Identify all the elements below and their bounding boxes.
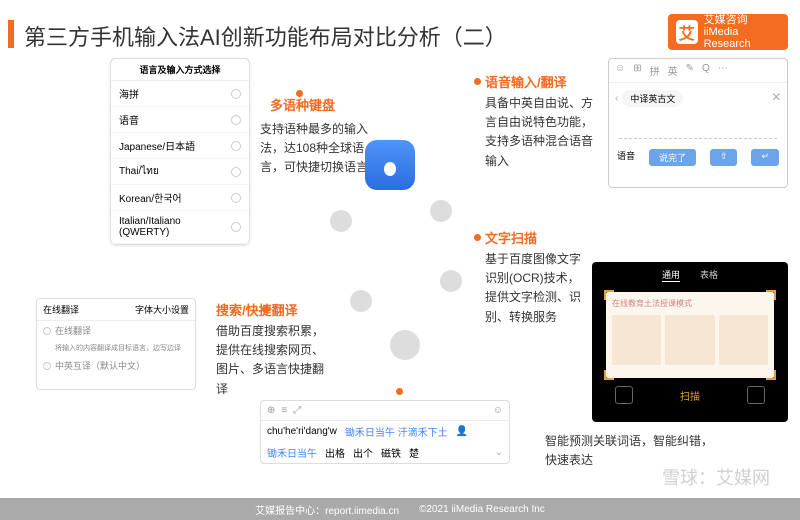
candidate[interactable]: 出格	[325, 445, 345, 460]
feature-ocr-desc: 基于百度图像文字识别(OCR)技术，提供文字检测、识别、转换服务	[485, 250, 585, 327]
voice-input-panel: ☺ ⊞ 拼 英 ✎ Q ⋯ ‹ 中译英古文 × 语音 说完了 ⇧ ↵	[608, 58, 788, 188]
plus-icon[interactable]: ⊕	[267, 405, 275, 416]
radio-icon[interactable]	[231, 141, 241, 151]
voice-toolbar: ☺ ⊞ 拼 英 ✎ Q ⋯	[609, 59, 787, 83]
list-item[interactable]: Thai/ไทย	[111, 159, 249, 185]
voice-bottom-bar: 语音 说完了 ⇧ ↵	[609, 145, 787, 170]
connector-dot	[396, 388, 403, 395]
page-title: 第三方手机输入法AI创新功能布局对比分析（二）	[24, 20, 507, 52]
list-item-hint: 将输入的内容翻译成目标语言，边写边译	[37, 340, 195, 356]
radio-icon[interactable]	[231, 89, 241, 99]
radio-icon[interactable]	[231, 222, 241, 232]
ocr-card-title: 在线教育土法授课模式	[612, 298, 768, 309]
radio-icon[interactable]	[231, 167, 241, 177]
candidate[interactable]: 磁铁	[381, 445, 401, 460]
tab-table[interactable]: 表格	[700, 268, 718, 282]
language-panel-title: 语言及输入方式选择	[111, 59, 249, 81]
voice-label: 语音	[617, 149, 635, 166]
radio-icon[interactable]	[43, 362, 51, 370]
predict-panel: ⊕ ≡ ⤢ ☺ chu'he'ri'dang'w 锄禾日当午 汗滴禾下土 👤 锄…	[260, 400, 510, 464]
feature-multilang-desc: 支持语种最多的输入法，达108种全球语言，可快捷切换语言	[260, 120, 370, 178]
close-icon[interactable]: ×	[772, 89, 781, 107]
feature-voice-label: 语音输入/翻译	[485, 72, 567, 91]
tab-general[interactable]: 通用	[662, 268, 680, 282]
connector-dot	[474, 234, 481, 241]
baidu-logo	[365, 140, 425, 200]
menu-icon[interactable]: ≡	[281, 405, 287, 416]
ocr-capture-frame: 在线教育土法授课模式	[606, 292, 774, 378]
footer: 艾媒报告中心：report.iimedia.cn ©2021 iiMedia R…	[0, 498, 800, 520]
pinyin-row: chu'he'ri'dang'w 锄禾日当午 汗滴禾下土 👤	[261, 421, 509, 442]
voice-mode-row: ‹ 中译英古文 ×	[609, 83, 787, 113]
scan-button[interactable]: 扫描	[680, 388, 700, 403]
list-item[interactable]: 在线翻译	[37, 321, 195, 340]
watermark: 雪球：艾媒网	[662, 464, 770, 490]
language-panel: 语言及输入方式选择 海拼 语音 Japanese/日本語 Thai/ไทย Ko…	[110, 58, 250, 245]
tab-fontsize[interactable]: 字体大小设置	[135, 303, 189, 316]
tab-translate[interactable]: 在线翻译	[43, 303, 79, 316]
candidate[interactable]: 出个	[353, 445, 373, 460]
feature-search-label: 搜索/快捷翻译	[216, 300, 298, 319]
radio-icon[interactable]	[43, 327, 51, 335]
emoji-icon[interactable]: ☺	[493, 405, 503, 416]
candidate-top-row: ⊕ ≡ ⤢ ☺	[261, 401, 509, 421]
shift-button[interactable]: ⇧	[710, 149, 738, 166]
graph-nodes	[330, 200, 470, 340]
english-icon[interactable]: 英	[668, 63, 678, 78]
ocr-panel: 通用 表格 在线教育土法授课模式 扫描	[592, 262, 788, 422]
write-icon[interactable]: ✎	[686, 63, 694, 78]
grid-icon[interactable]: ⊞	[633, 63, 641, 78]
accent-bar	[8, 20, 14, 48]
chevron-down-icon[interactable]: ⌄	[495, 447, 503, 458]
list-item[interactable]: Korean/한국어	[111, 185, 249, 211]
list-item[interactable]: Italian/Italiano (QWERTY)	[111, 211, 249, 244]
ocr-toolbar: 扫描	[592, 382, 788, 408]
user-icon[interactable]: 👤	[456, 426, 468, 437]
waveform	[619, 119, 777, 139]
emoji-icon[interactable]: ☺	[615, 63, 625, 78]
list-item[interactable]: Japanese/日本語	[111, 133, 249, 159]
brand-icon: 艾	[676, 20, 698, 44]
more-icon[interactable]: ⋯	[718, 63, 728, 78]
camera-icon[interactable]	[747, 386, 765, 404]
feature-ocr-label: 文字扫描	[485, 228, 537, 247]
gallery-icon[interactable]	[615, 386, 633, 404]
brand-logo: 艾 艾媒咨询 iiMedia Research	[668, 14, 788, 50]
feature-voice-desc: 具备中英自由说、方言自由说特色功能，支持多语种混合语音输入	[485, 94, 595, 171]
baidu-icon	[365, 140, 415, 190]
prediction-hint[interactable]: 锄禾日当午 汗滴禾下土	[345, 424, 448, 439]
candidate[interactable]: 锄禾日当午	[267, 445, 317, 460]
list-item[interactable]: 语音	[111, 107, 249, 133]
connector-dot	[474, 78, 481, 85]
expand-icon[interactable]: ⤢	[293, 405, 301, 416]
feature-multilang-label: 多语种键盘	[270, 95, 335, 114]
search-panel: 在线翻译 字体大小设置 在线翻译 将输入的内容翻译成目标语言，边写边译 中英互译…	[36, 298, 196, 390]
feature-search-desc: 借助百度搜索积累，提供在线搜索网页、图片、多语言快捷翻译	[216, 322, 326, 399]
enter-button[interactable]: ↵	[751, 149, 779, 166]
pinyin-icon[interactable]: 拼	[650, 63, 660, 78]
voice-mode-chip[interactable]: 中译英古文	[622, 90, 683, 107]
voice-done-button[interactable]: 说完了	[649, 149, 696, 166]
candidate[interactable]: 楚	[409, 445, 419, 460]
list-item[interactable]: 中英互译（默认中文）	[37, 356, 195, 375]
search-panel-tabs: 在线翻译 字体大小设置	[37, 299, 195, 321]
chevron-left-icon[interactable]: ‹	[615, 93, 618, 104]
candidate-row: 锄禾日当午 出格 出个 磁铁 楚 ⌄	[261, 442, 509, 463]
radio-icon[interactable]	[231, 115, 241, 125]
search-icon[interactable]: Q	[702, 63, 710, 78]
ocr-tabs: 通用 表格	[592, 262, 788, 288]
brand-text: 艾媒咨询 iiMedia Research	[704, 14, 780, 50]
list-item[interactable]: 海拼	[111, 81, 249, 107]
radio-icon[interactable]	[231, 193, 241, 203]
pinyin-input: chu'he'ri'dang'w	[267, 426, 337, 437]
